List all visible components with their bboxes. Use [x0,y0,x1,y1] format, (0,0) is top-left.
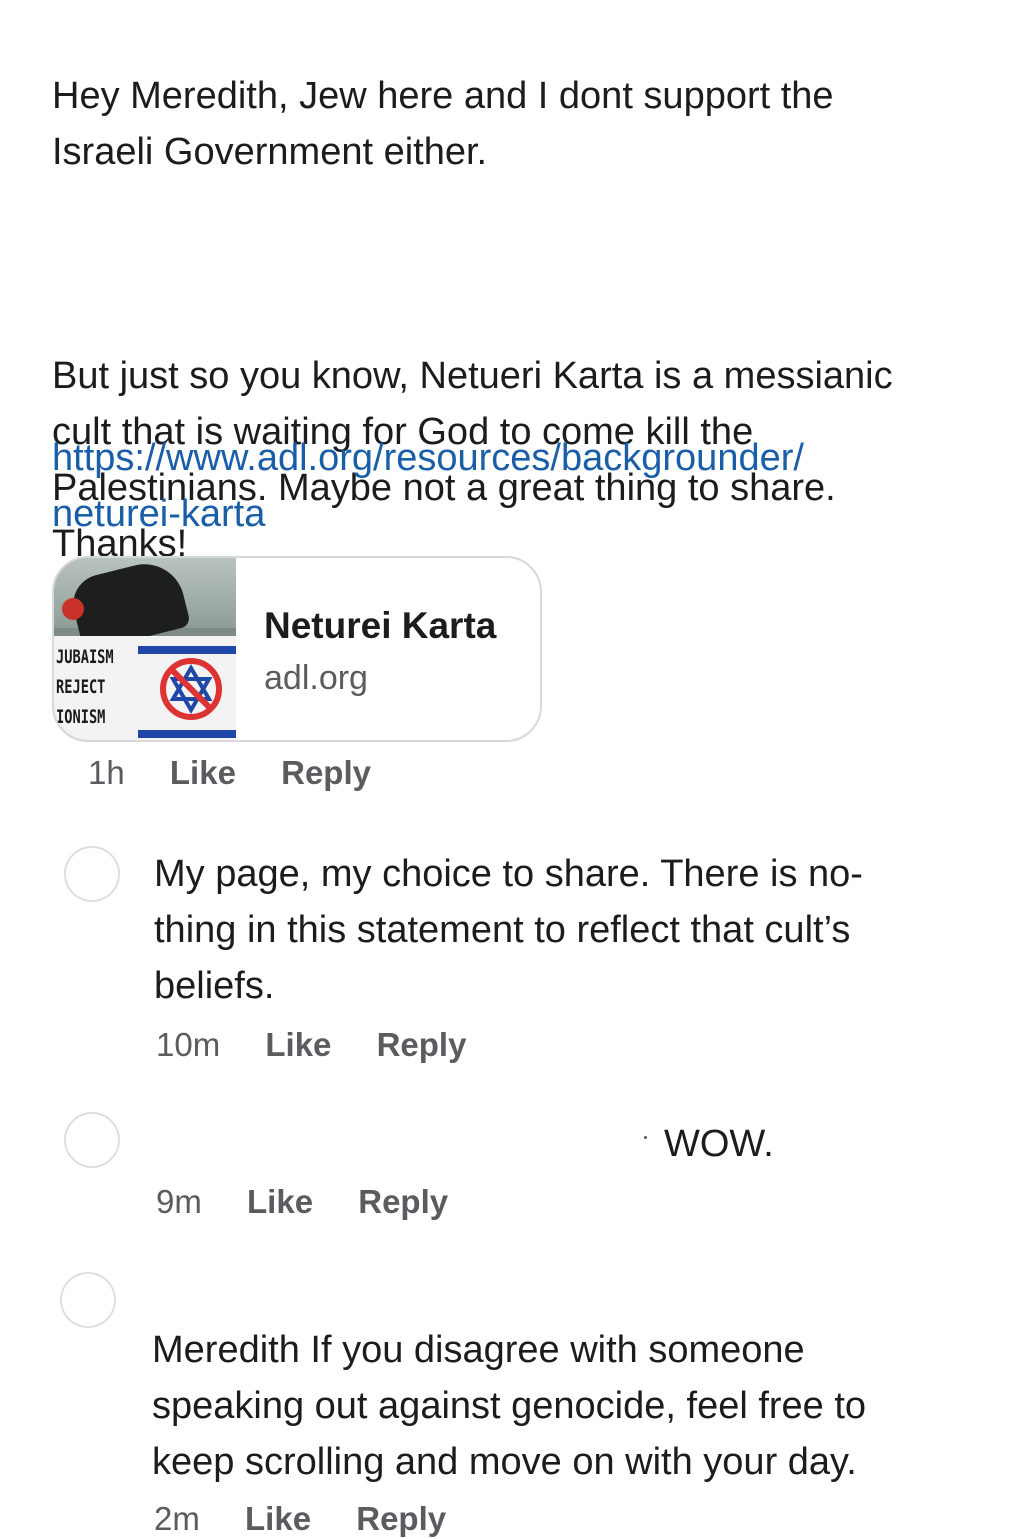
avatar[interactable] [60,1272,116,1328]
thumbnail-red-object [62,598,84,620]
reply-timestamp: 2m [154,1500,200,1537]
redacted-name-mark [644,1136,647,1139]
reply-actions: 9m Like Reply [156,1182,448,1222]
avatar[interactable] [64,1112,120,1168]
flag-stripe-bottom [138,730,236,738]
reply-actions: 10m Like Reply [156,1025,466,1065]
reply-button[interactable]: Reply [281,753,371,793]
reply-timestamp: 9m [156,1183,202,1220]
comment-actions: 1h Like Reply [88,753,371,793]
link-preview-title: Neturei Karta [264,605,497,646]
like-button[interactable]: Like [247,1182,313,1222]
avatar[interactable] [64,846,120,902]
banner-text-line-2: REJECT [56,676,106,698]
reply-button[interactable]: Reply [358,1182,448,1222]
crossed-star-icon [160,658,222,720]
comment-timestamp: 1h [88,754,125,791]
comment-paragraph-1: Hey Meredith, Jew here and I dont suppor… [52,75,834,173]
banner-text-line-1: JUBAISM [56,646,114,668]
comment-link[interactable]: https://www.adl.org/resources/background… [52,430,952,542]
like-button[interactable]: Like [265,1025,331,1065]
reply-button[interactable]: Reply [377,1025,467,1065]
link-preview-card[interactable]: JUBAISM REJECT IONISM Neturei Karta adl.… [52,556,542,742]
flag-stripe-top [138,646,236,654]
reply-text: WOW. [664,1123,774,1165]
link-preview-thumbnail: JUBAISM REJECT IONISM [54,558,236,740]
reply-text: Meredith If you disagree with someone sp… [152,1329,867,1483]
like-button[interactable]: Like [170,753,236,793]
reply-button[interactable]: Reply [356,1499,446,1539]
reply-actions: 2m Like Reply [154,1499,446,1539]
like-button[interactable]: Like [245,1499,311,1539]
link-preview-domain: adl.org [264,659,368,697]
reply-text: My page, my choice to share. There is no… [154,853,863,1007]
banner-text-line-3: IONISM [56,706,106,728]
reply-timestamp: 10m [156,1026,221,1063]
